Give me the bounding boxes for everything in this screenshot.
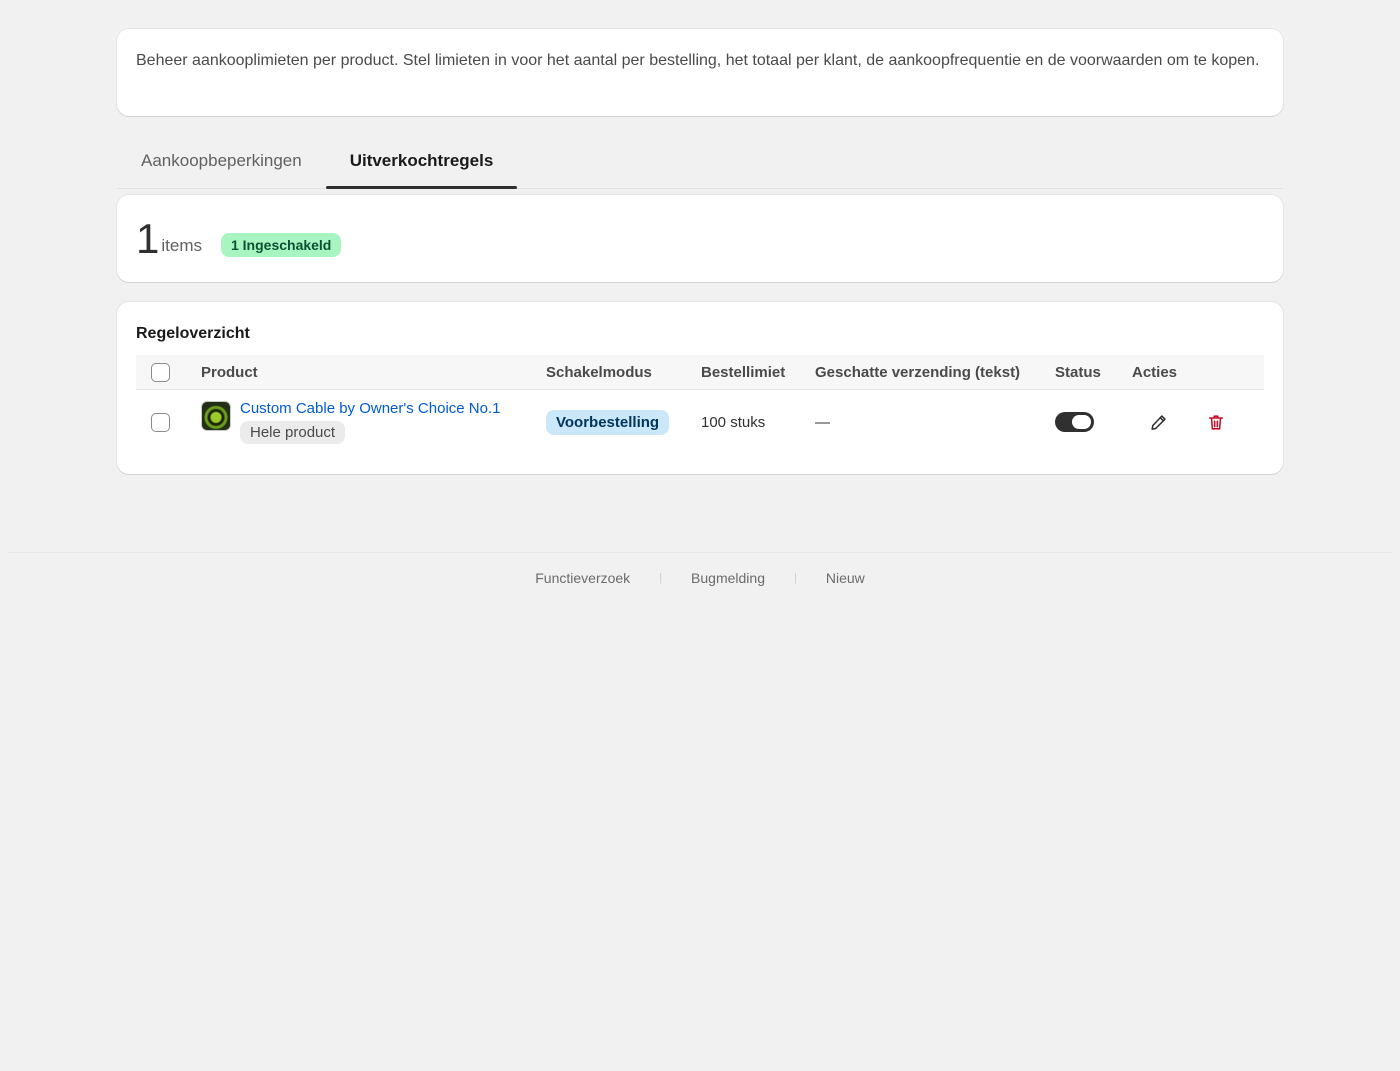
product-thumbnail-icon: [201, 401, 231, 431]
column-header-product: Product: [201, 363, 258, 381]
intro-text: Beheer aankooplimieten per product. Stel…: [136, 52, 1260, 69]
intro-card: Beheer aankooplimieten per product. Stel…: [117, 29, 1283, 116]
mode-badge: Voorbestelling: [546, 409, 670, 435]
page: Beheer aankooplimieten per product. Stel…: [0, 0, 1400, 1071]
footer-separator: |: [793, 572, 797, 584]
whats-new-link[interactable]: Nieuw: [826, 570, 865, 586]
enabled-badge: 1 Ingeschakeld: [220, 232, 342, 257]
footer-divider: [8, 552, 1392, 553]
product-link[interactable]: Custom Cable by Owner's Choice No.1: [240, 400, 500, 418]
feature-request-link[interactable]: Functieverzoek: [535, 570, 630, 586]
item-count-label: items: [161, 235, 202, 255]
shipping-text: —: [815, 413, 830, 431]
order-limit: 100 stuks: [701, 413, 766, 431]
summary-card: 1 items 1 Ingeschakeld: [117, 195, 1283, 282]
bug-report-link[interactable]: Bugmelding: [691, 570, 765, 586]
table-row: Custom Cable by Owner's Choice No.1 Hele…: [136, 390, 1264, 454]
status-toggle[interactable]: [1055, 412, 1094, 432]
table-header: Product Schakelmodus Bestellimiet Gescha…: [136, 355, 1264, 390]
item-count: 1: [136, 214, 160, 262]
footer-separator: |: [659, 572, 663, 584]
column-header-limit: Bestellimiet: [701, 363, 786, 381]
edit-button[interactable]: [1143, 407, 1173, 437]
column-header-shipping: Geschatte verzending (tekst): [815, 363, 1021, 381]
column-header-actions: Acties: [1132, 363, 1178, 381]
column-header-status: Status: [1055, 363, 1101, 381]
delete-button[interactable]: [1201, 407, 1231, 437]
footer: Functieverzoek | Bugmelding | Nieuw: [0, 570, 1400, 586]
product-scope-badge: Hele product: [240, 421, 346, 444]
toggle-knob: [1072, 415, 1091, 429]
column-header-mode: Schakelmodus: [546, 363, 652, 381]
tab-purchase-restrictions[interactable]: Aankoopbeperkingen: [117, 140, 326, 188]
rules-table: Product Schakelmodus Bestellimiet Gescha…: [136, 355, 1264, 454]
rules-card: Regeloverzicht Product Schakelmodus Best…: [117, 302, 1283, 474]
row-checkbox[interactable]: [151, 412, 170, 432]
pencil-icon: [1150, 414, 1166, 430]
tab-sold-out-rules[interactable]: Uitverkochtregels: [325, 140, 518, 189]
tab-bar: Aankoopbeperkingen Uitverkochtregels: [117, 140, 1283, 189]
trash-icon: [1208, 414, 1224, 430]
rules-title: Regeloverzicht: [136, 325, 250, 342]
select-all-checkbox[interactable]: [151, 362, 170, 382]
